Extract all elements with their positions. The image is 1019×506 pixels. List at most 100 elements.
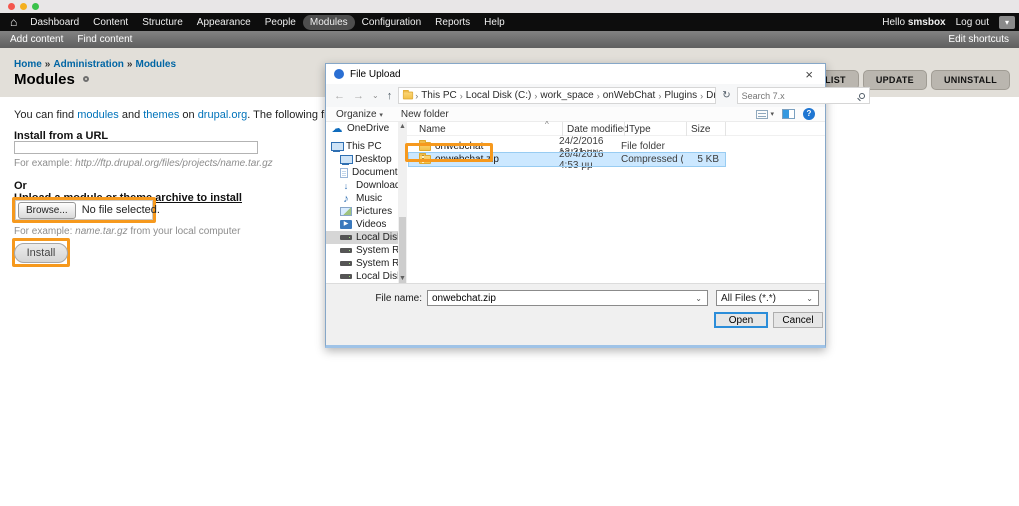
sidebar-item-this-pc[interactable]: This PC [326,140,398,153]
themes-link[interactable]: themes [143,109,179,121]
drive-icon [340,235,352,240]
upload-example-text: For example: name.tar.gz from your local… [14,226,241,237]
minimize-window-icon[interactable] [20,3,27,10]
search-box[interactable] [736,87,870,104]
preview-pane-icon[interactable] [782,109,795,119]
videos-icon: ▶ [340,220,352,229]
column-headers: ^ Name Date modified Type Size [407,120,825,136]
column-date-modified[interactable]: Date modified [567,124,629,135]
this-pc-icon [331,141,344,152]
chevron-down-icon: ⌄ [806,293,813,303]
toolbar-item-configuration[interactable]: Configuration [355,15,428,30]
install-button[interactable]: Install [13,242,69,263]
column-name[interactable]: Name [419,124,446,135]
home-icon[interactable]: ⌂ [4,15,23,29]
scroll-up-icon[interactable]: ▲ [398,122,407,131]
dialog-main-area: ☁ OneDrive This PC Desktop Documents ↓ Dow… [326,120,825,292]
sidebar-item-local-disk-f[interactable]: Local Disk (F:) [326,270,398,283]
install-highlight-box: Install [12,238,70,267]
close-icon[interactable]: × [801,67,817,82]
column-type[interactable]: Type [629,124,651,135]
column-size[interactable]: Size [691,124,710,135]
new-folder-button[interactable]: New folder [401,109,449,120]
mac-titlebar [0,0,1019,13]
toolbar-item-people[interactable]: People [258,15,303,30]
crumb-onwebchat[interactable]: onWebChat [601,90,658,101]
url-input[interactable] [14,141,258,154]
crumb-local-disk-c[interactable]: Local Disk (C:) [464,90,534,101]
crumb-work-space[interactable]: work_space [538,90,595,101]
sidebar-item-documents[interactable]: Documents [326,166,398,179]
crumb-plugins[interactable]: Plugins [662,90,699,101]
dialog-sidebar: ☁ OneDrive This PC Desktop Documents ↓ Dow… [326,122,398,283]
breadcrumb-modules[interactable]: Modules [135,59,176,70]
address-bar[interactable]: › This PC › Local Disk (C:) › work_space… [398,87,717,104]
modules-link[interactable]: modules [77,109,119,121]
browse-button[interactable]: Browse... [18,201,76,219]
url-example-text: For example: http://ftp.drupal.org/files… [14,158,273,169]
toolbar-toggle-button[interactable]: ▾ [999,15,1015,29]
toolbar-item-modules[interactable]: Modules [302,14,355,30]
help-icon[interactable]: ? [803,108,815,120]
open-button[interactable]: Open [714,312,768,328]
shortcut-add-content[interactable]: Add content [10,34,63,45]
sidebar-item-music[interactable]: ♪ Music [326,192,398,205]
sidebar-item-pictures[interactable]: Pictures [326,205,398,218]
toolbar-item-appearance[interactable]: Appearance [190,15,258,30]
no-file-selected-text: No file selected. [81,204,160,216]
zoom-window-icon[interactable] [32,3,39,10]
file-upload-dialog: File Upload × ← → ⌄ ↑ › This PC › Local … [325,63,870,348]
music-icon: ♪ [343,192,349,205]
sidebar-item-videos[interactable]: ▶ Videos [326,218,398,231]
toolbar-item-help[interactable]: Help [477,15,512,30]
search-icon[interactable] [858,92,865,99]
toolbar-item-content[interactable]: Content [86,15,135,30]
sidebar-item-system-reserved-1[interactable]: System Reserved [326,244,398,257]
close-window-icon[interactable] [8,3,15,10]
breadcrumb-administration[interactable]: Administration [53,59,124,70]
sidebar-item-system-reserved-2[interactable]: System Reserved [326,257,398,270]
breadcrumb-home[interactable]: Home [14,59,42,70]
back-icon[interactable]: ← [332,90,347,102]
cancel-button[interactable]: Cancel [773,312,823,328]
sidebar-item-local-disk-c[interactable]: Local Disk (C:) [326,231,398,244]
crumb-this-pc[interactable]: This PC [419,90,459,101]
file-name-combo: ⌄ [427,290,708,306]
sidebar-item-onedrive[interactable]: ☁ OneDrive [326,122,398,135]
sidebar-item-desktop[interactable]: Desktop [326,153,398,166]
scroll-down-icon[interactable]: ▼ [398,274,407,283]
dialog-navbar: ← → ⌄ ↑ › This PC › Local Disk (C:) › wo… [326,84,870,107]
edit-shortcuts-link[interactable]: Edit shortcuts [948,34,1009,45]
logout-link[interactable]: Log out [956,17,989,28]
shortcut-find-content[interactable]: Find content [77,34,132,45]
organize-menu[interactable]: Organize ▾ [336,109,383,120]
dialog-titlebar[interactable]: File Upload × [326,64,825,84]
search-input[interactable] [741,90,859,101]
toolbar-item-dashboard[interactable]: Dashboard [23,15,86,30]
pictures-icon [340,207,352,216]
details-view-icon[interactable] [756,109,769,119]
crumb-drupal[interactable]: Drupal [704,90,715,101]
tab-update[interactable]: UPDATE [862,70,927,90]
toolbar-item-reports[interactable]: Reports [428,15,477,30]
or-label: Or [14,180,27,192]
zip-highlight-box [405,143,493,162]
drive-icon [340,248,352,253]
refresh-icon[interactable]: ↻ [720,90,732,101]
sidebar-item-downloads[interactable]: ↓Downloads [326,179,398,192]
page-title: Modules [14,71,89,88]
forward-icon[interactable]: → [351,90,366,102]
toolbar-item-structure[interactable]: Structure [135,15,190,30]
file-name-input[interactable] [428,292,691,304]
caret-down-icon: ▾ [379,111,383,119]
caret-down-icon[interactable]: ▾ [770,110,774,118]
chevron-down-icon[interactable]: ⌄ [690,294,707,303]
onedrive-icon: ☁ [331,122,343,135]
recent-locations-icon[interactable]: ⌄ [370,91,381,100]
up-icon[interactable]: ↑ [385,90,395,102]
add-shortcut-icon[interactable] [82,76,89,82]
documents-icon [340,167,348,178]
file-type-select[interactable]: All Files (*.*) ⌄ [716,290,819,306]
tab-uninstall[interactable]: UNINSTALL [930,70,1010,90]
drupal-org-link[interactable]: drupal.org [198,109,248,121]
